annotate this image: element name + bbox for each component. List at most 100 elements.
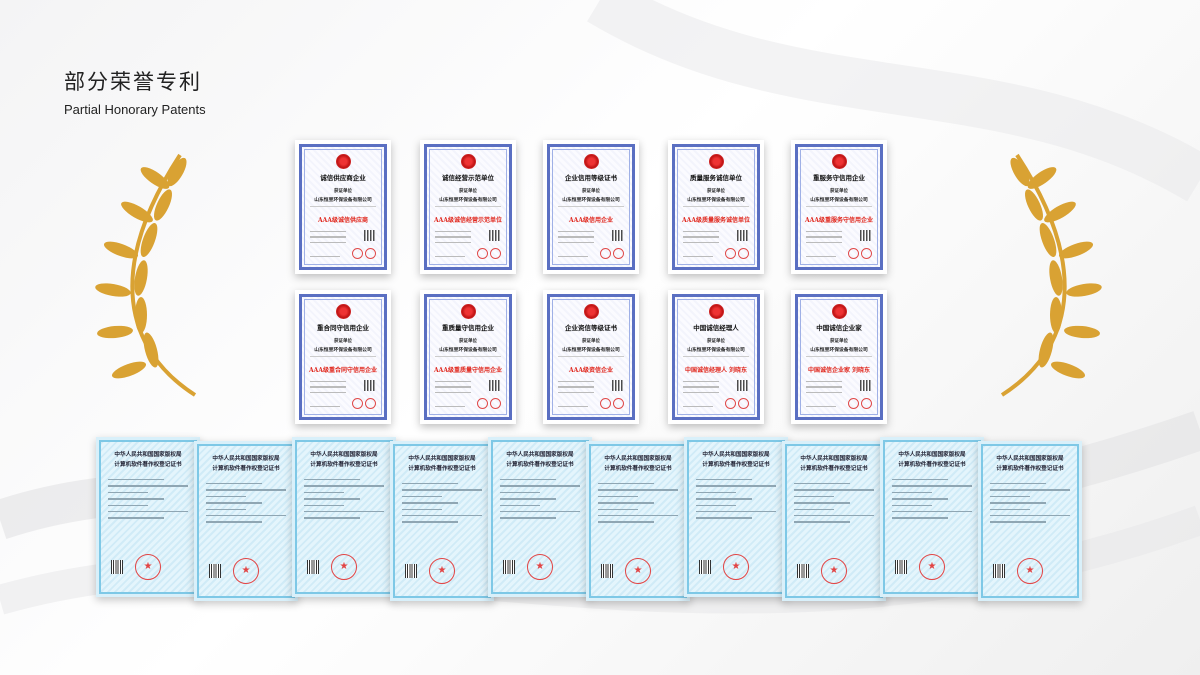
certificate-company: 山东恒昱环保设备有限公司 <box>687 197 745 203</box>
certificate-level: 中国诚信企业家 刘晓东 <box>807 367 871 374</box>
qr-code-icon <box>737 380 748 391</box>
honor-certificate: 重服务守信用企业 获证单位 山东恒昱环保设备有限公司 AAA级重服务守信用企业 <box>791 140 887 274</box>
qr-code-icon <box>489 380 500 391</box>
detail-lines <box>683 227 719 243</box>
certificate-label: 获证单位 <box>830 189 848 194</box>
emblem-icon <box>335 154 351 169</box>
certificate-label: 获证单位 <box>582 339 600 344</box>
detail-lines <box>108 474 188 519</box>
certificate-company: 山东恒昱环保设备有限公司 <box>562 347 620 353</box>
certificate-level: AAA级重质量守信用企业 <box>434 367 502 374</box>
emblem-icon <box>460 154 476 169</box>
certificate-frame: 中华人民共和国国家版权局 计算机软件著作权登记证书 <box>197 444 295 598</box>
stamp-icons <box>725 248 749 259</box>
certificate-label: 获证单位 <box>707 339 725 344</box>
certificate-frame: 中华人民共和国国家版权局 计算机软件著作权登记证书 <box>785 444 883 598</box>
certificate-frame: 质量服务诚信单位 获证单位 山东恒昱环保设备有限公司 AAA级质量服务诚信单位 <box>672 144 760 270</box>
certificate-title: 中国诚信经理人 <box>693 324 739 332</box>
certificate-title: 重合同守信用企业 <box>317 324 369 332</box>
certificate-header-line2: 计算机软件著作权登记证书 <box>800 466 868 472</box>
certificate-title: 质量服务诚信单位 <box>690 174 742 182</box>
certificate-company: 山东恒昱环保设备有限公司 <box>810 347 868 353</box>
certificate-label: 获证单位 <box>334 339 352 344</box>
certificate-header-line2: 计算机软件著作权登记证书 <box>114 462 182 468</box>
certificate-header-line2: 计算机软件著作权登记证书 <box>408 466 476 472</box>
footer-line <box>435 255 465 257</box>
certificate-frame: 中华人民共和国国家版权局 计算机软件著作权登记证书 <box>99 440 197 594</box>
stamp-icons <box>600 248 624 259</box>
certificate-frame: 中华人民共和国国家版权局 计算机软件著作权登记证书 <box>687 440 785 594</box>
page-subtitle: Partial Honorary Patents <box>64 102 206 117</box>
software-copyright-certificate: 中华人民共和国国家版权局 计算机软件著作权登记证书 <box>194 441 298 601</box>
software-copyright-certificate: 中华人民共和国国家版权局 计算机软件著作权登记证书 <box>586 441 690 601</box>
footer-line <box>806 255 836 257</box>
software-copyright-certificate: 中华人民共和国国家版权局 计算机软件著作权登记证书 <box>488 437 592 597</box>
certificate-header-line1: 中华人民共和国国家版权局 <box>310 452 378 458</box>
seal-icon <box>233 558 259 584</box>
barcode-icon <box>111 560 123 574</box>
divider <box>435 356 501 357</box>
honor-certificate: 诚信供应商企业 获证单位 山东恒昱环保设备有限公司 AAA级诚信供应商 <box>295 140 391 274</box>
certificate-label: 获证单位 <box>830 339 848 344</box>
certificate-company: 山东恒昱环保设备有限公司 <box>314 347 372 353</box>
emblem-icon <box>708 154 724 169</box>
certificate-header-line1: 中华人民共和国国家版权局 <box>212 456 280 462</box>
certificate-header-line2: 计算机软件著作权登记证书 <box>212 466 280 472</box>
stamp-icons <box>477 248 501 259</box>
certificate-level: AAA级重合同守信用企业 <box>309 367 377 374</box>
certificate-header-line2: 计算机软件著作权登记证书 <box>506 462 574 468</box>
emblem-icon <box>460 304 476 319</box>
certificate-frame: 中华人民共和国国家版权局 计算机软件著作权登记证书 <box>589 444 687 598</box>
detail-lines <box>683 377 719 393</box>
certificate-frame: 中华人民共和国国家版权局 计算机软件著作权登记证书 <box>295 440 393 594</box>
certificate-frame: 中华人民共和国国家版权局 计算机软件著作权登记证书 <box>883 440 981 594</box>
certificate-frame: 重合同守信用企业 获证单位山东恒昱环保设备有限公司 AAA级重合同守信用企业 <box>299 294 387 420</box>
honor-certificate: 质量服务诚信单位 获证单位 山东恒昱环保设备有限公司 AAA级质量服务诚信单位 <box>668 140 764 274</box>
certificate-label: 获证单位 <box>459 189 477 194</box>
page-title: 部分荣誉专利 <box>64 70 202 94</box>
certificate-company: 山东恒昱环保设备有限公司 <box>687 347 745 353</box>
divider <box>435 206 501 207</box>
emblem-icon <box>708 304 724 319</box>
stamp-icons <box>725 398 749 409</box>
software-copyright-certificate: 中华人民共和国国家版权局 计算机软件著作权登记证书 <box>880 437 984 597</box>
footer-line <box>558 255 588 257</box>
detail-lines <box>558 377 594 393</box>
page-title-block: 部分荣誉专利 Partial Honorary Patents <box>64 66 206 117</box>
seal-icon <box>429 558 455 584</box>
detail-lines <box>206 478 286 523</box>
certificate-frame: 企业资信等级证书 获证单位 山东恒昱环保设备有限公司 AAA级资信企业 <box>547 294 635 420</box>
certificate-level: AAA级诚信供应商 <box>318 217 368 224</box>
software-copyright-certificate: 中华人民共和国国家版权局 计算机软件著作权登记证书 <box>390 441 494 601</box>
emblem-icon <box>831 154 847 169</box>
certificate-header-line2: 计算机软件著作权登记证书 <box>604 466 672 472</box>
certificate-title: 诚信供应商企业 <box>320 174 366 182</box>
laurel-left-icon <box>95 153 197 397</box>
footer-line <box>683 405 713 407</box>
certificate-header-line1: 中华人民共和国国家版权局 <box>702 452 770 458</box>
footer-line <box>683 255 713 257</box>
divider <box>806 206 872 207</box>
software-copyright-certificate: 中华人民共和国国家版权局 计算机软件著作权登记证书 <box>684 437 788 597</box>
stamp-icons <box>600 398 624 409</box>
seal-icon <box>331 554 357 580</box>
detail-lines <box>794 478 874 523</box>
emblem-icon <box>583 154 599 169</box>
divider <box>806 356 872 357</box>
certificate-level: AAA级信用企业 <box>569 217 613 224</box>
certificate-label: 获证单位 <box>459 339 477 344</box>
qr-code-icon <box>860 380 871 391</box>
certificate-company: 山东恒昱环保设备有限公司 <box>810 197 868 203</box>
certificate-level: AAA级质量服务诚信单位 <box>682 217 750 224</box>
detail-lines <box>402 478 482 523</box>
certificate-header-line1: 中华人民共和国国家版权局 <box>408 456 476 462</box>
footer-line <box>806 405 836 407</box>
barcode-icon <box>405 564 417 578</box>
barcode-icon <box>895 560 907 574</box>
footer-line <box>310 255 340 257</box>
detail-lines <box>806 377 842 393</box>
certificate-frame: 中国诚信企业家 获证单位 山东恒昱环保设备有限公司 中国诚信企业家 刘晓东 <box>795 294 883 420</box>
barcode-icon <box>209 564 221 578</box>
barcode-icon <box>699 560 711 574</box>
honor-certificate: 中国诚信经理人 获证单位 山东恒昱环保设备有限公司 中国诚信经理人 刘晓东 <box>668 290 764 424</box>
